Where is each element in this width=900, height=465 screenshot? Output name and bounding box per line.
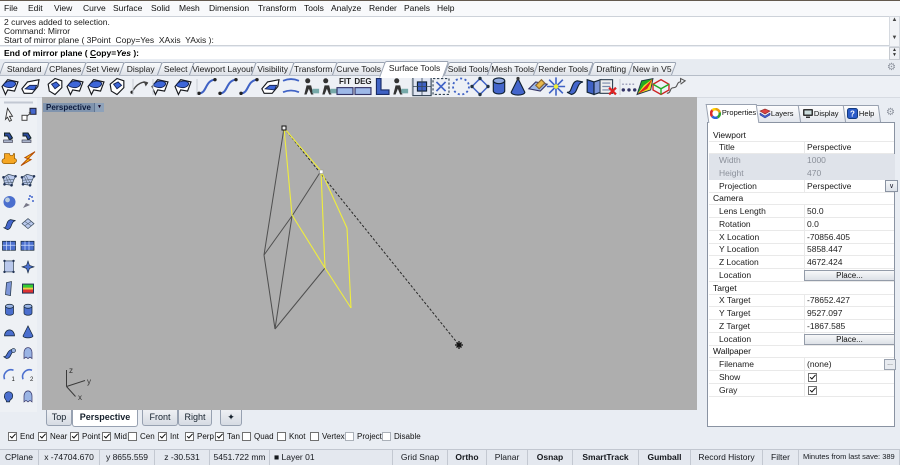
svg-text:?: ? <box>850 110 855 119</box>
svg-text:y: y <box>87 377 91 386</box>
svg-text:z: z <box>69 366 73 375</box>
svg-text:x: x <box>78 393 82 402</box>
